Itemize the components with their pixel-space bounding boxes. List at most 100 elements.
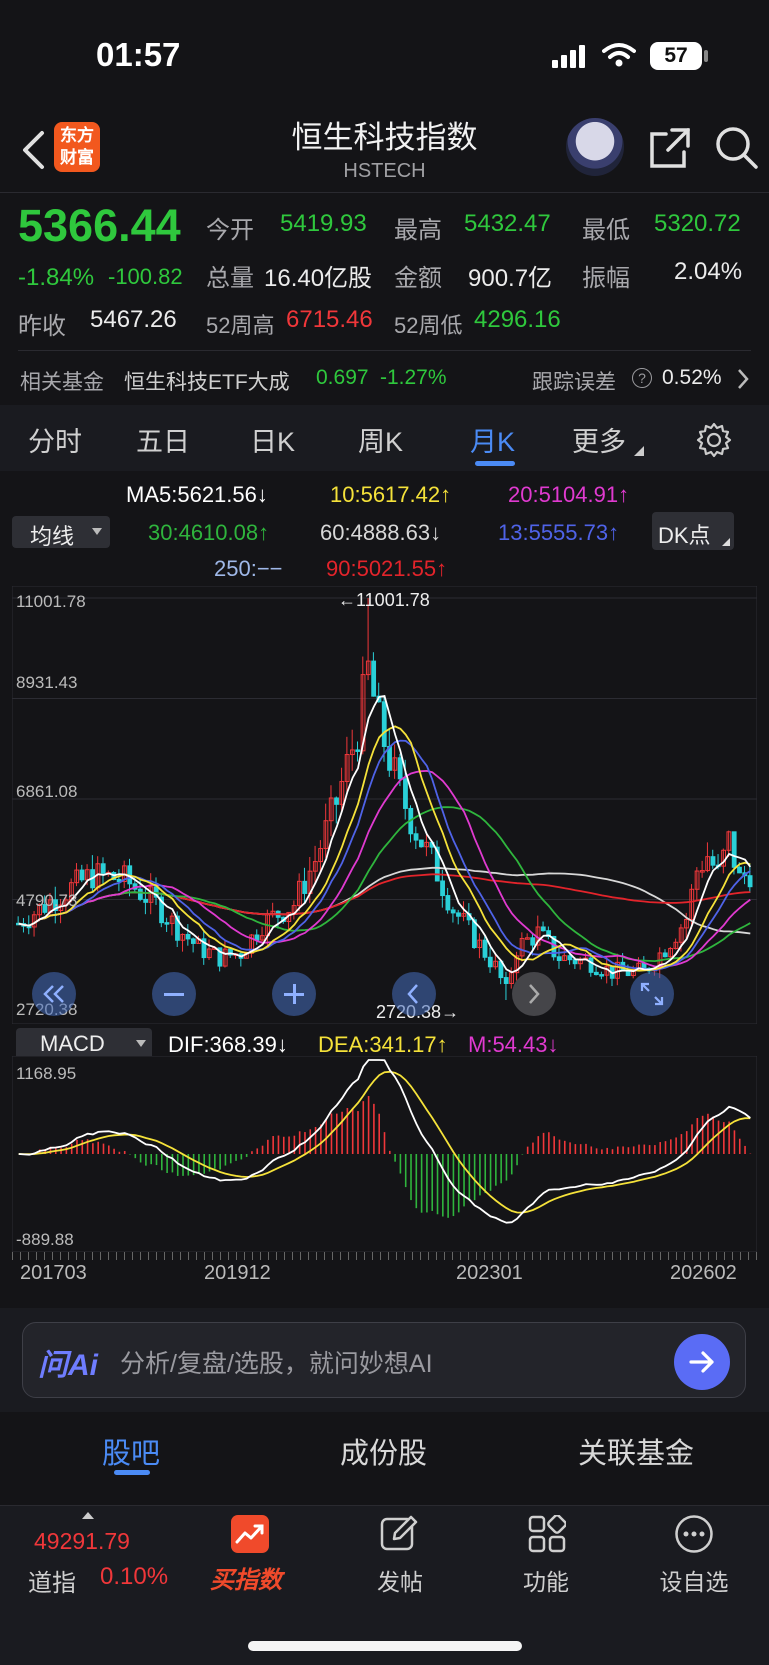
candle-body bbox=[440, 880, 445, 897]
related-fund-row[interactable]: 相关基金 恒生科技ETF大成 0.697 -1.27% 跟踪误差 ? 0.52% bbox=[0, 352, 769, 402]
more-dots-icon[interactable] bbox=[674, 1514, 714, 1554]
grid-icon[interactable] bbox=[528, 1515, 566, 1553]
gear-icon[interactable] bbox=[696, 422, 732, 458]
prev-close-label: 昨收 bbox=[18, 313, 66, 340]
dropdown-arrow-icon bbox=[136, 1040, 146, 1047]
macd-y-bottom: -889.88 bbox=[16, 1230, 74, 1249]
x-label-1: 201703 bbox=[20, 1262, 87, 1284]
macd-m: M:54.43↓ bbox=[468, 1032, 559, 1057]
ai-placeholder: 分析/复盘/选股，就问妙想AI bbox=[120, 1350, 433, 1378]
prev-close-value: 5467.26 bbox=[90, 306, 177, 333]
ticker-change: 0.10% bbox=[100, 1563, 169, 1590]
dropdown-arrow-icon bbox=[92, 528, 102, 535]
max-annotation: ←11001.78 bbox=[338, 590, 430, 610]
search-icon[interactable] bbox=[713, 124, 759, 170]
ticker-name: 道指 bbox=[28, 1570, 76, 1597]
w52-low-value: 4296.16 bbox=[474, 306, 561, 333]
share-icon[interactable] bbox=[648, 126, 692, 170]
open-label: 今开 bbox=[206, 217, 254, 244]
tab-weekly-k[interactable]: 周K bbox=[358, 420, 403, 459]
w52-low-label: 52周低 bbox=[394, 313, 463, 338]
function-label[interactable]: 功能 bbox=[506, 1563, 586, 1597]
quote-divider bbox=[18, 350, 751, 351]
current-price: 5366.44 bbox=[18, 200, 181, 251]
ma30-legend: 30:4610.08↑ bbox=[148, 520, 270, 545]
subtab-indicator bbox=[114, 1470, 150, 1475]
volume-value: 16.40亿股 bbox=[264, 265, 373, 292]
candle-body bbox=[588, 957, 594, 973]
candle-body bbox=[450, 909, 456, 914]
macd-y-top: 1168.95 bbox=[16, 1064, 77, 1083]
tracking-label: 跟踪误差 bbox=[532, 371, 616, 394]
ma250-legend: 250:−− bbox=[214, 556, 283, 581]
tab-more[interactable]: 更多 bbox=[572, 420, 626, 459]
help-icon[interactable]: ? bbox=[632, 368, 652, 388]
high-value: 5432.47 bbox=[464, 210, 551, 237]
dk-point-button[interactable]: DK点 bbox=[652, 512, 734, 550]
status-time: 01:57 bbox=[96, 36, 181, 73]
ma5-legend: MA5:5621.56↓ bbox=[126, 482, 268, 507]
macd-dropdown-label: MACD bbox=[40, 1031, 105, 1056]
ma10-legend: 10:5617.42↑ bbox=[330, 482, 452, 507]
w52-high-label: 52周高 bbox=[206, 313, 275, 338]
candle-body bbox=[79, 869, 85, 881]
subtab-related-funds[interactable]: 关联基金 bbox=[578, 1430, 694, 1472]
candle-body bbox=[487, 956, 493, 968]
double-chevron-left-icon bbox=[43, 985, 64, 1003]
kline-chart[interactable] bbox=[12, 586, 757, 1024]
battery-level: 57 bbox=[664, 44, 688, 67]
add-watchlist-label[interactable]: 设自选 bbox=[654, 1563, 734, 1597]
indicator-dropdown[interactable]: 均线 bbox=[12, 516, 110, 549]
candle-body bbox=[164, 922, 170, 925]
candle-body bbox=[710, 856, 716, 866]
assistant-robot-icon[interactable] bbox=[566, 118, 624, 176]
tab-intraday[interactable]: 分时 bbox=[28, 420, 82, 459]
post-label[interactable]: 发帖 bbox=[360, 1563, 440, 1597]
candle-body bbox=[403, 778, 408, 809]
subtab-constituents[interactable]: 成份股 bbox=[340, 1430, 427, 1472]
home-indicator bbox=[248, 1641, 522, 1651]
high-label: 最高 bbox=[394, 217, 442, 244]
y-label-4: 4790.73 bbox=[16, 891, 78, 910]
tab-daily-k[interactable]: 日K bbox=[250, 420, 295, 459]
indicator-dropdown-label: 均线 bbox=[30, 524, 75, 549]
volume-label: 总量 bbox=[206, 265, 254, 292]
candle-body bbox=[662, 952, 668, 958]
tab-monthly-k[interactable]: 月K bbox=[470, 420, 515, 459]
wifi-icon bbox=[602, 43, 636, 67]
candle-body bbox=[572, 959, 578, 965]
ticker-value[interactable]: 49291.79 bbox=[34, 1528, 130, 1555]
tab-five-day[interactable]: 五日 bbox=[136, 420, 190, 459]
header-divider bbox=[0, 192, 769, 193]
ma90-legend: 90:5021.55↑ bbox=[326, 556, 448, 581]
buy-index-label: 买指数 bbox=[210, 1567, 282, 1594]
candle-body bbox=[737, 866, 742, 874]
candle-body bbox=[445, 895, 451, 911]
candle-body bbox=[556, 956, 562, 962]
subtab-forum[interactable]: 股吧 bbox=[102, 1430, 160, 1472]
edit-icon[interactable] bbox=[380, 1515, 418, 1553]
minus-icon bbox=[164, 993, 184, 996]
battery-cap bbox=[704, 50, 708, 62]
candle-body bbox=[413, 833, 419, 841]
fund-name: 恒生科技ETF大成 bbox=[124, 371, 290, 394]
active-tab-indicator bbox=[475, 461, 515, 466]
chevron-right-icon bbox=[529, 984, 540, 1004]
amplitude-value: 2.04% bbox=[674, 258, 743, 285]
candle-body bbox=[418, 839, 424, 848]
x-label-3: 202301 bbox=[456, 1262, 523, 1284]
macd-dea: DEA:341.17↑ bbox=[318, 1032, 448, 1057]
candle-body bbox=[381, 701, 387, 747]
macd-chart[interactable] bbox=[12, 1056, 757, 1252]
fund-price: 0.697 bbox=[316, 366, 369, 389]
candle-body bbox=[599, 974, 605, 977]
chevron-left-icon bbox=[407, 984, 418, 1004]
change-amount: -100.82 bbox=[108, 264, 183, 289]
chevron-right-icon bbox=[738, 369, 749, 389]
caret-icon bbox=[722, 538, 730, 546]
candle-body bbox=[302, 880, 308, 894]
time-axis-ticks bbox=[12, 1252, 757, 1260]
candle-body bbox=[593, 971, 599, 976]
candle-body bbox=[371, 660, 377, 697]
low-value: 5320.72 bbox=[654, 210, 741, 237]
